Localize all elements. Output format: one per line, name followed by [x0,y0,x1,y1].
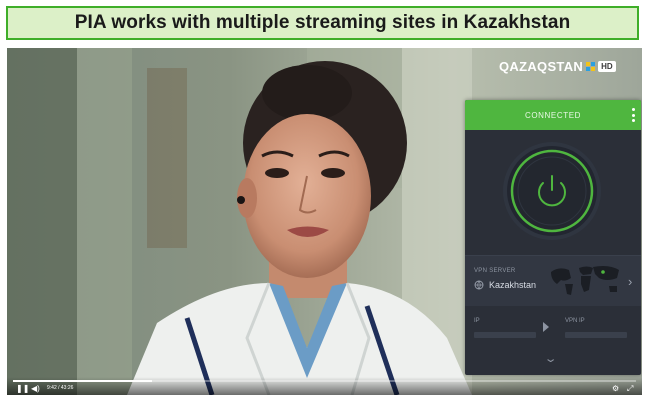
caption-banner: PIA works with multiple streaming sites … [6,6,639,40]
connection-status: CONNECTED [524,110,582,120]
fullscreen-icon[interactable]: ⤢ [627,384,633,394]
power-button[interactable] [507,146,597,236]
player-controls: ❚❚ ◀) 9:42 / 43:26 ⚙ ⤢ [7,377,642,395]
power-area [465,130,641,255]
banner-title: PIA works with multiple streaming sites … [74,12,571,33]
ip-value-hidden [474,332,536,338]
arrow-right-icon [543,322,549,332]
playback-time: 9:42 / 43:26 [47,385,74,391]
globe-icon [474,280,484,290]
hd-badge: HD [598,60,616,72]
volume-icon[interactable]: ◀) [31,384,40,393]
vpn-status-bar: CONNECTED [465,100,641,130]
channel-logo-text: QAZAQSTAN [499,58,584,74]
video-player[interactable]: QAZAQSTAN HD CONNECTED VPN SERVER Kazakh… [7,48,642,395]
world-map-icon [551,266,619,295]
vpn-ip-label: VPN IP [565,318,585,324]
vpn-app-panel: CONNECTED VPN SERVER Kazakhstan › IP VPN… [465,100,641,375]
gear-icon[interactable]: ⚙ [612,384,619,393]
vertical-ellipsis-icon[interactable] [631,108,635,122]
progress-bar[interactable] [13,380,636,382]
chevron-right-icon[interactable]: › [628,274,632,289]
ip-label: IP [474,318,480,324]
pause-icon[interactable]: ❚❚ [16,384,29,393]
chevron-down-icon[interactable]: ⌄ [544,352,558,365]
progress-fill [13,380,152,382]
vpn-ip-value-hidden [565,332,627,338]
ip-info: IP VPN IP [465,306,641,348]
power-icon [510,149,594,233]
channel-logo: QAZAQSTAN HD [499,58,616,74]
vpn-server-label: VPN SERVER [474,268,516,274]
channel-logo-mark [586,61,596,71]
vpn-server-value: Kazakhstan [489,280,537,290]
vpn-server-selector[interactable]: VPN SERVER Kazakhstan › [465,255,641,307]
